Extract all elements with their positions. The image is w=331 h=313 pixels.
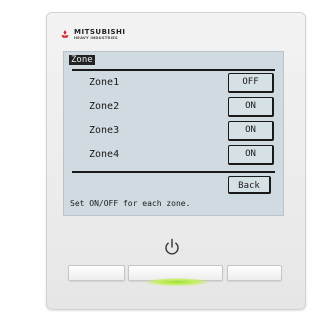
status-led	[145, 278, 209, 286]
right-button[interactable]	[227, 265, 282, 281]
zone1-toggle-button[interactable]: OFF	[228, 73, 274, 93]
instruction-text: Set ON/OFF for each zone.	[70, 199, 191, 208]
divider-top	[72, 69, 275, 71]
zone2-toggle-button[interactable]: ON	[228, 97, 274, 117]
brand-name: MITSUBISHI	[74, 28, 126, 36]
divider-bottom	[72, 171, 275, 173]
screen-title: Zone	[69, 55, 95, 65]
lcd-screen: Zone Zone1 OFF Zone2 ON Zone3 ON Zone4 O…	[63, 51, 284, 216]
back-button[interactable]: Back	[228, 176, 271, 194]
zone-row-4: Zone4 ON	[64, 144, 283, 166]
zone4-toggle-button[interactable]: ON	[228, 145, 274, 165]
zone-label: Zone3	[89, 125, 120, 136]
zone-label: Zone2	[89, 101, 120, 112]
brand-subtitle: HEAVY INDUSTRIES	[74, 36, 118, 40]
left-button[interactable]	[68, 265, 125, 281]
zone-row-3: Zone3 ON	[64, 120, 283, 142]
brand-logo: MITSUBISHI HEAVY INDUSTRIES	[59, 29, 126, 41]
three-diamonds-icon	[61, 29, 69, 38]
zone3-toggle-button[interactable]: ON	[228, 121, 274, 141]
zone-label: Zone4	[89, 149, 120, 160]
zone-row-1: Zone1 OFF	[64, 72, 283, 94]
power-icon[interactable]	[164, 238, 180, 256]
zone-row-2: Zone2 ON	[64, 96, 283, 118]
zone-label: Zone1	[89, 77, 120, 88]
